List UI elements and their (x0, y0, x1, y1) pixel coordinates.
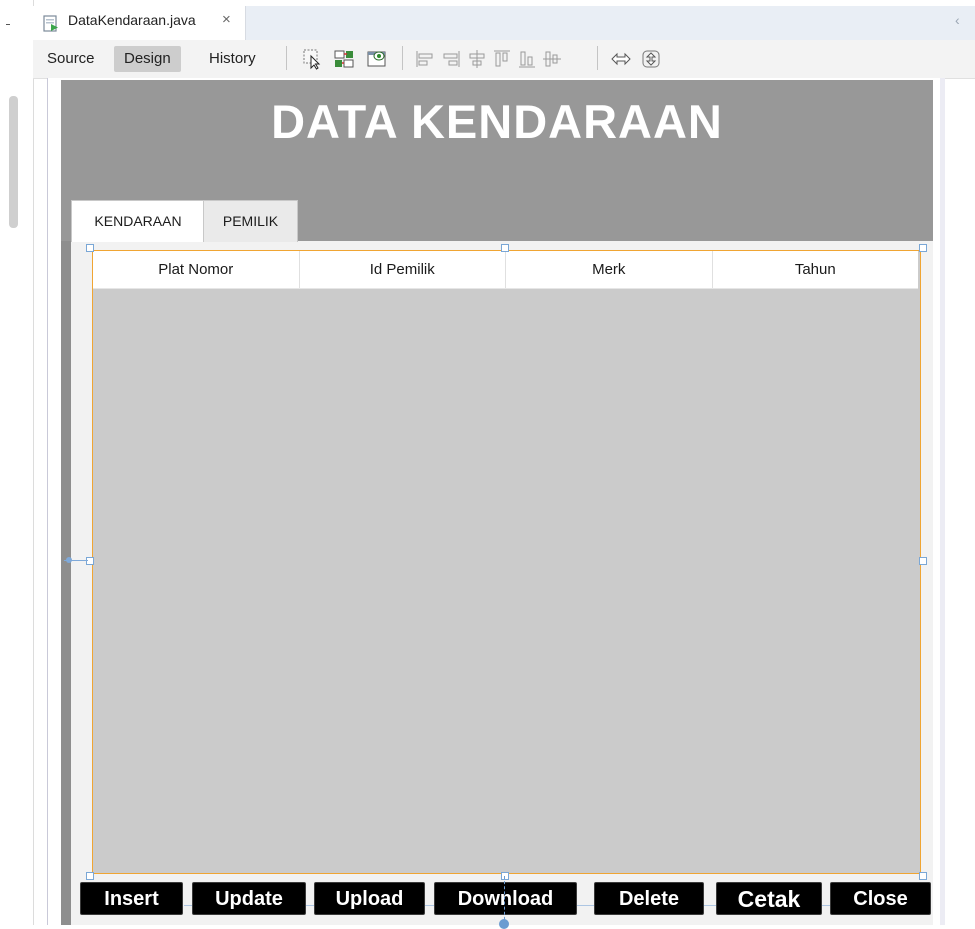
horizontal-resize-icon[interactable] (610, 48, 632, 70)
tab-source[interactable]: Source (37, 46, 105, 72)
align-top-icon[interactable] (491, 48, 513, 70)
insert-button[interactable]: Insert (80, 882, 183, 915)
delete-button[interactable]: Delete (594, 882, 704, 915)
tab-design[interactable]: Design (114, 46, 181, 72)
selection-mode-icon[interactable] (302, 48, 324, 70)
resize-handle[interactable] (919, 244, 927, 252)
resize-handle[interactable] (86, 244, 94, 252)
canvas-edge (940, 78, 945, 925)
column-header-id-pemilik[interactable]: Id Pemilik (300, 251, 506, 288)
upload-button[interactable]: Upload (314, 882, 425, 915)
resize-handle[interactable] (919, 557, 927, 565)
form-title: DATA KENDARAAN (271, 95, 723, 148)
preview-design-icon[interactable] (366, 48, 388, 70)
gutter-scrollbar[interactable] (9, 96, 18, 228)
align-left-icon[interactable] (414, 48, 436, 70)
tab-pemilik[interactable]: PEMILIK (203, 200, 298, 242)
editor-tab-title: DataKendaraan.java (68, 12, 196, 28)
vertical-resize-icon[interactable] (640, 48, 662, 70)
java-file-icon (43, 15, 58, 32)
toolbar-separator (286, 46, 287, 70)
resize-handle[interactable] (86, 557, 94, 565)
table-header: Plat Nomor Id Pemilik Merk Tahun (93, 251, 918, 289)
resize-handle[interactable] (919, 872, 927, 880)
align-right-icon[interactable] (440, 48, 462, 70)
alignment-guide (504, 876, 506, 925)
column-header-tahun[interactable]: Tahun (713, 251, 919, 288)
center-vertical-icon[interactable] (541, 48, 563, 70)
resize-handle[interactable] (86, 872, 94, 880)
anchor-icon (499, 919, 509, 929)
resize-handle[interactable] (501, 244, 509, 252)
cetak-button[interactable]: Cetak (716, 882, 822, 915)
toolbar-separator (402, 46, 403, 70)
anchor-icon (66, 557, 72, 563)
tab-history[interactable]: History (199, 46, 266, 72)
column-header-merk[interactable]: Merk (506, 251, 713, 288)
center-horizontal-icon[interactable] (466, 48, 488, 70)
connection-mode-icon[interactable] (333, 48, 355, 70)
close-button[interactable]: Close (830, 882, 931, 915)
chevron-left-icon[interactable]: ‹ (955, 12, 960, 28)
column-header-plat-nomor[interactable]: Plat Nomor (93, 251, 300, 288)
kendaraan-table[interactable] (92, 250, 921, 874)
close-icon[interactable]: × (222, 11, 231, 28)
update-button[interactable]: Update (192, 882, 306, 915)
tab-kendaraan[interactable]: KENDARAAN (71, 200, 205, 242)
align-bottom-icon[interactable] (516, 48, 538, 70)
gutter-dash (6, 24, 10, 25)
toolbar-separator (597, 46, 598, 70)
